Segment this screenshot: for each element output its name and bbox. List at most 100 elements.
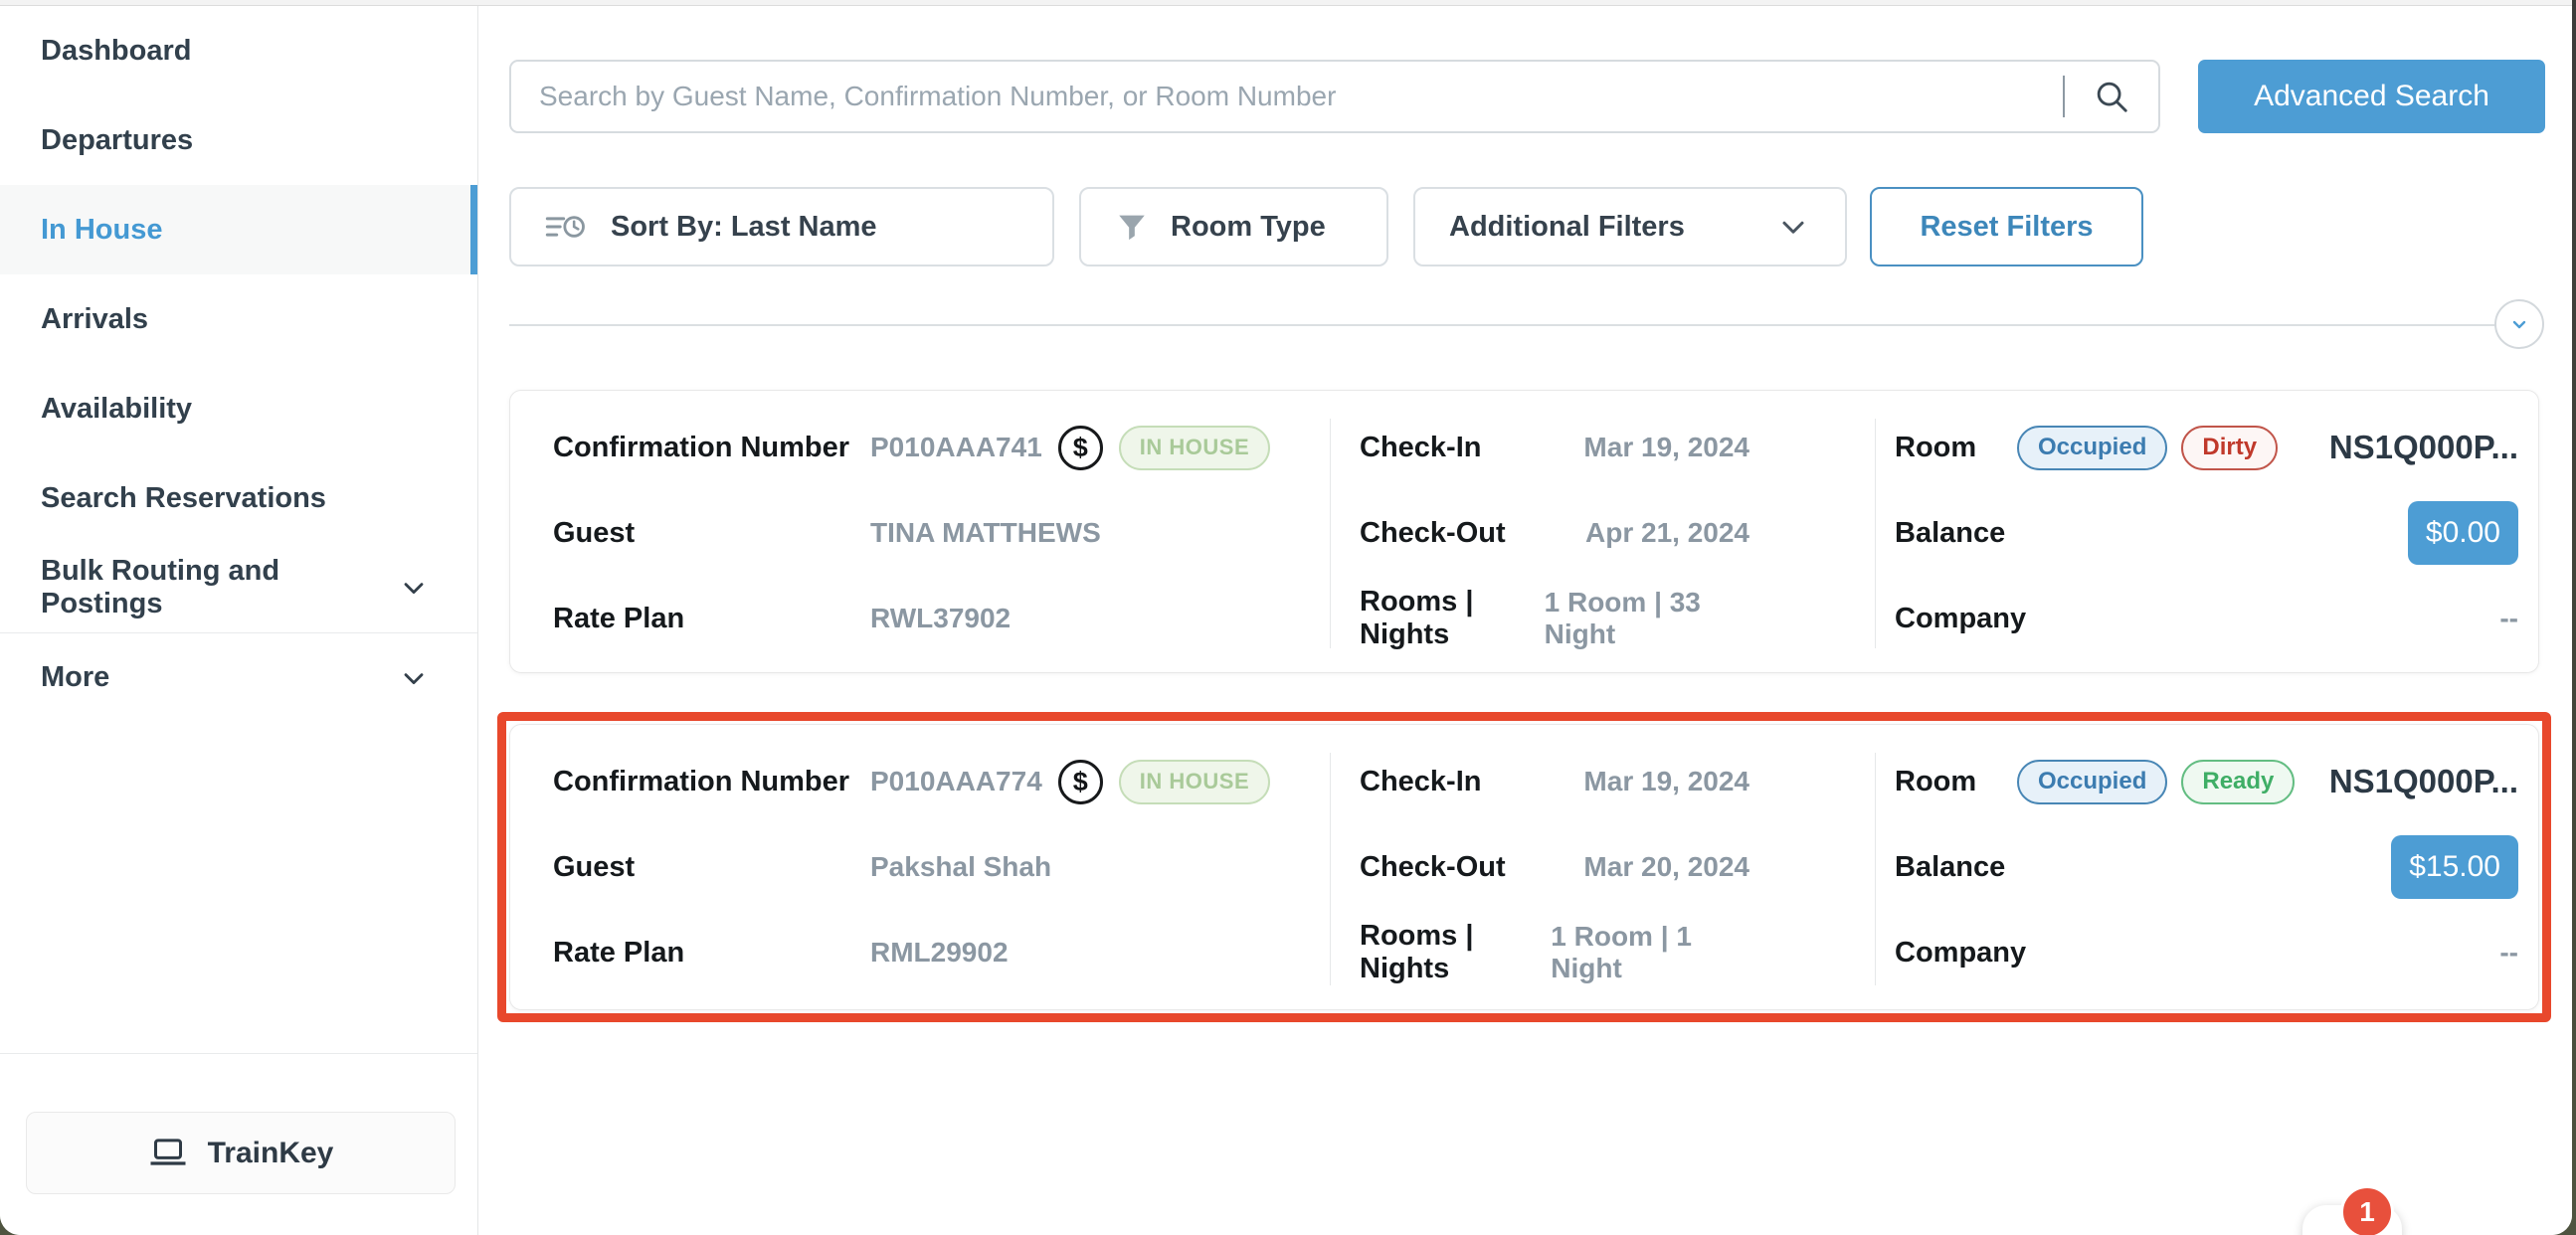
- rooms-nights-label: Rooms | Nights: [1360, 920, 1551, 985]
- check-out-row: Check-Out Apr 21, 2024: [1360, 490, 1875, 576]
- housekeeping-badge: Ready: [2181, 760, 2295, 804]
- sidebar-item-label: In House: [41, 214, 162, 247]
- sidebar-item-search-reservations[interactable]: Search Reservations: [0, 453, 477, 543]
- search-box[interactable]: [509, 60, 2160, 133]
- rooms-nights-value: 1 Room | 1 Night: [1551, 921, 1749, 984]
- main-content: Advanced Search Sort By: Last Name Room …: [479, 6, 2572, 1235]
- rate-plan-label: Rate Plan: [553, 603, 870, 635]
- check-out-value: Mar 20, 2024: [1583, 851, 1749, 883]
- rate-plan-label: Rate Plan: [553, 937, 870, 970]
- confirmation-label: Confirmation Number: [553, 766, 870, 798]
- room-type-label: Room Type: [1171, 211, 1326, 244]
- check-in-label: Check-In: [1360, 766, 1481, 798]
- dollar-icon[interactable]: $: [1058, 426, 1103, 470]
- reset-filters-button[interactable]: Reset Filters: [1870, 187, 2143, 266]
- occupancy-badge: Occupied: [2017, 760, 2167, 804]
- sidebar-item-more[interactable]: More: [0, 632, 477, 722]
- chevron-down-icon: [2507, 312, 2531, 336]
- search-divider: [2063, 76, 2065, 117]
- confirmation-value: P010AAA774: [870, 766, 1042, 797]
- room-number: NS1Q000P...: [2329, 763, 2518, 800]
- collapse-toggle[interactable]: [2494, 299, 2544, 349]
- sort-icon: [545, 209, 587, 245]
- search-icon[interactable]: [2093, 78, 2130, 115]
- reservation-card-highlighted[interactable]: Confirmation Number P010AAA774 $ IN HOUS…: [509, 724, 2539, 1010]
- check-in-value: Mar 19, 2024: [1583, 766, 1749, 797]
- guest-value: TINA MATTHEWS: [870, 517, 1101, 549]
- sidebar-item-in-house[interactable]: In House: [0, 185, 477, 274]
- rooms-nights-row: Rooms | Nights 1 Room | 33 Night: [1360, 576, 1875, 661]
- trainkey-button[interactable]: TrainKey: [26, 1112, 456, 1194]
- trainkey-label: TrainKey: [208, 1137, 334, 1170]
- sidebar-item-label: Bulk Routing and Postings: [41, 555, 398, 620]
- highlight-frame: Confirmation Number P010AAA774 $ IN HOUS…: [497, 712, 2551, 1022]
- balance-label: Balance: [1895, 517, 2005, 550]
- room-number: NS1Q000P...: [2329, 429, 2518, 466]
- check-out-row: Check-Out Mar 20, 2024: [1360, 824, 1875, 910]
- rooms-nights-label: Rooms | Nights: [1360, 586, 1545, 651]
- rate-plan-row: Rate Plan RML29902: [553, 910, 1330, 995]
- balance-label: Balance: [1895, 851, 2005, 884]
- sidebar-item-dashboard[interactable]: Dashboard: [0, 6, 477, 95]
- funnel-icon: [1115, 210, 1149, 244]
- dollar-icon[interactable]: $: [1058, 760, 1103, 804]
- sidebar-item-availability[interactable]: Availability: [0, 364, 477, 453]
- sidebar-item-label: Availability: [41, 393, 192, 426]
- notification-count: 1: [2359, 1196, 2375, 1228]
- guest-label: Guest: [553, 851, 870, 884]
- sidebar-item-label: Dashboard: [41, 35, 191, 68]
- reservation-card[interactable]: Confirmation Number P010AAA741 $ IN HOUS…: [509, 390, 2539, 673]
- sidebar-item-label: Departures: [41, 124, 193, 157]
- rooms-nights-value: 1 Room | 33 Night: [1545, 587, 1749, 650]
- sidebar-nav: Dashboard Departures In House Arrivals A…: [0, 6, 477, 722]
- company-value: --: [2499, 603, 2518, 634]
- laptop-icon: [148, 1137, 188, 1170]
- check-in-value: Mar 19, 2024: [1583, 432, 1749, 463]
- check-in-row: Check-In Mar 19, 2024: [1360, 405, 1875, 490]
- sidebar: Dashboard Departures In House Arrivals A…: [0, 6, 478, 1235]
- sidebar-item-bulk-routing[interactable]: Bulk Routing and Postings: [0, 543, 477, 632]
- balance-chip[interactable]: $0.00: [2408, 501, 2518, 565]
- housekeeping-badge: Dirty: [2181, 426, 2278, 470]
- confirmation-row: Confirmation Number P010AAA741 $ IN HOUS…: [553, 405, 1330, 490]
- balance-chip[interactable]: $15.00: [2391, 835, 2518, 899]
- room-label: Room: [1895, 766, 2017, 798]
- collapse-divider: [509, 299, 2544, 351]
- chevron-down-icon: [398, 662, 430, 694]
- status-badge: IN HOUSE: [1119, 760, 1270, 804]
- confirmation-row: Confirmation Number P010AAA774 $ IN HOUS…: [553, 739, 1330, 824]
- room-row: Room Occupied Dirty NS1Q000P...: [1895, 405, 2518, 490]
- confirmation-label: Confirmation Number: [553, 432, 870, 464]
- sidebar-item-departures[interactable]: Departures: [0, 95, 477, 185]
- browser-edge-strip: [0, 0, 2572, 6]
- rate-plan-value: RWL37902: [870, 603, 1011, 634]
- room-balance-column: Room Occupied Dirty NS1Q000P... Balance …: [1875, 391, 2536, 672]
- room-label: Room: [1895, 432, 2017, 464]
- company-label: Company: [1895, 603, 2026, 635]
- search-input[interactable]: [511, 81, 2063, 112]
- balance-row: Balance $0.00: [1895, 490, 2518, 576]
- company-row: Company --: [1895, 576, 2518, 661]
- check-in-label: Check-In: [1360, 432, 1481, 464]
- room-row: Room Occupied Ready NS1Q000P...: [1895, 739, 2518, 824]
- reservation-id-column: Confirmation Number P010AAA741 $ IN HOUS…: [510, 391, 1330, 672]
- sort-by-dropdown[interactable]: Sort By: Last Name: [509, 187, 1054, 266]
- additional-filters-label: Additional Filters: [1449, 211, 1685, 244]
- rate-plan-row: Rate Plan RWL37902: [553, 576, 1330, 661]
- sidebar-item-arrivals[interactable]: Arrivals: [0, 274, 477, 364]
- additional-filters-dropdown[interactable]: Additional Filters: [1413, 187, 1847, 266]
- sidebar-item-label: Arrivals: [41, 303, 148, 336]
- notification-badge: 1: [2340, 1185, 2394, 1235]
- stay-dates-column: Check-In Mar 19, 2024 Check-Out Mar 20, …: [1330, 725, 1875, 1009]
- sidebar-item-label: Search Reservations: [41, 482, 326, 515]
- guest-row: Guest TINA MATTHEWS: [553, 490, 1330, 576]
- company-label: Company: [1895, 937, 2026, 970]
- room-type-filter[interactable]: Room Type: [1079, 187, 1388, 266]
- advanced-search-button[interactable]: Advanced Search: [2198, 60, 2545, 133]
- balance-row: Balance $15.00: [1895, 824, 2518, 910]
- company-row: Company --: [1895, 910, 2518, 995]
- divider-line: [509, 324, 2498, 326]
- check-out-value: Apr 21, 2024: [1585, 517, 1749, 549]
- guest-row: Guest Pakshal Shah: [553, 824, 1330, 910]
- app-window: Dashboard Departures In House Arrivals A…: [0, 0, 2572, 1235]
